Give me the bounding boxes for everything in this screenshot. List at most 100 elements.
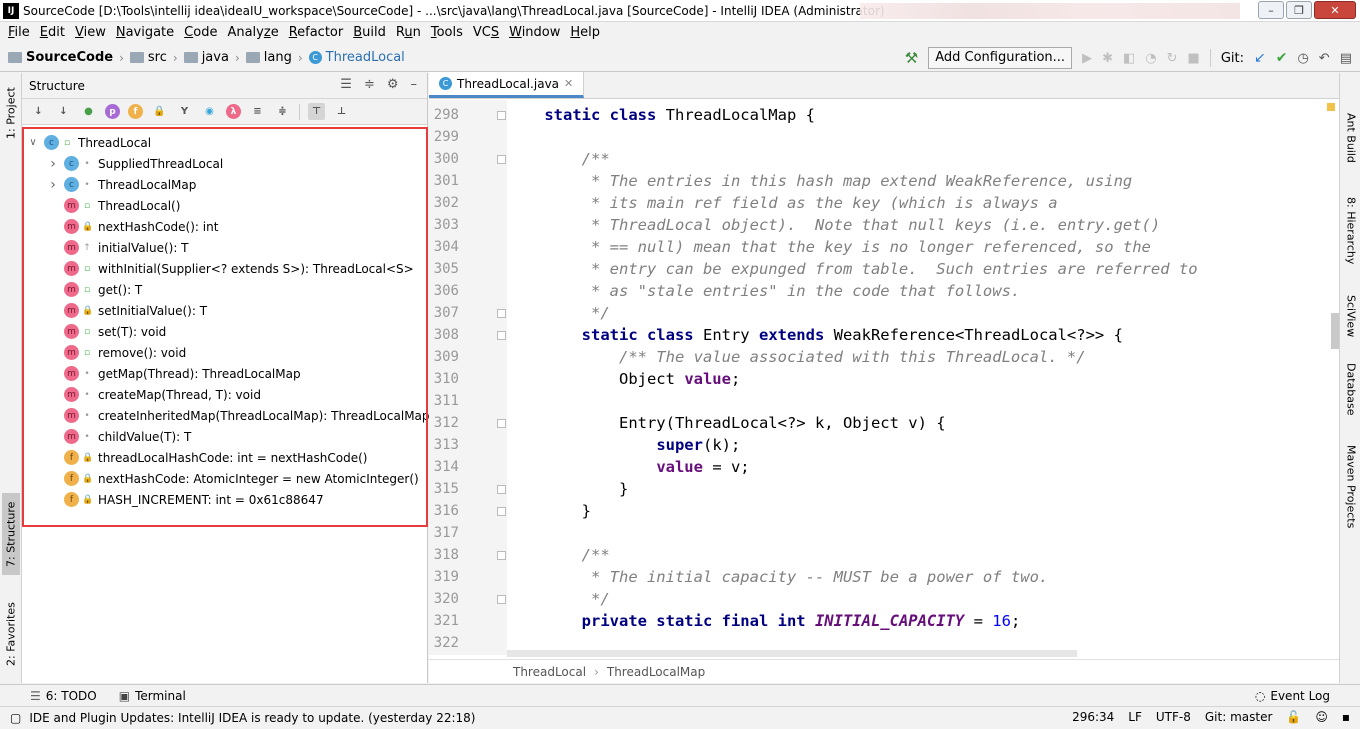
structure-tree-item[interactable]: m ↑ initialValue(): T <box>48 237 189 258</box>
menu-code[interactable]: Code <box>179 25 222 40</box>
structure-tree-item[interactable]: m • childValue(T): T <box>48 426 191 447</box>
run-icon[interactable]: ▶ <box>1082 51 1092 66</box>
git-history-icon[interactable]: ◷ <box>1297 51 1308 66</box>
chevron-right-icon[interactable]: › <box>48 177 58 193</box>
structure-tree-item[interactable]: m ▫ ThreadLocal() <box>48 195 180 216</box>
project-structure-icon[interactable]: ▤ <box>1340 51 1352 66</box>
fold-marker-icon[interactable] <box>497 507 506 516</box>
show-properties-icon[interactable]: p <box>105 104 120 119</box>
git-update-icon[interactable]: ↙ <box>1254 50 1266 66</box>
expand-all-icon[interactable]: ≡ <box>249 103 266 120</box>
git-branch[interactable]: Git: master <box>1205 710 1273 724</box>
structure-tree-item[interactable]: f 🔒 nextHashCode: AtomicInteger = new Atom… <box>48 468 419 489</box>
structure-tree-item[interactable]: › c • ThreadLocalMap <box>48 174 196 195</box>
tab-database[interactable]: Database <box>1342 353 1360 425</box>
vertical-scrollbar[interactable] <box>1331 313 1339 349</box>
lambda-icon[interactable]: λ <box>226 104 241 119</box>
minimize-button[interactable]: – <box>1258 1 1284 19</box>
breadcrumb-item[interactable]: lang <box>245 50 292 65</box>
structure-tree-item[interactable]: f 🔒 threadLocalHashCode: int = nextHashCod… <box>48 447 367 468</box>
horizontal-scrollbar[interactable] <box>507 650 1077 657</box>
menu-analyze[interactable]: Analyze <box>222 25 283 40</box>
stop-icon[interactable]: ■ <box>1188 51 1200 66</box>
autoscroll-from-source-icon[interactable]: ⊥ <box>333 103 350 120</box>
fold-marker-icon[interactable] <box>497 309 506 318</box>
structure-tree-item[interactable]: f 🔒 HASH_INCREMENT: int = 0x61c88647 <box>48 489 324 510</box>
file-encoding[interactable]: UTF-8 <box>1156 710 1191 724</box>
chevron-down-icon[interactable]: ∨ <box>28 137 38 148</box>
structure-tree-item[interactable]: ∨ c ▫ ThreadLocal <box>28 132 151 153</box>
sort-visibility-icon[interactable]: ↓ <box>30 103 47 120</box>
inspector-icon[interactable]: ☺ <box>1315 710 1328 724</box>
autoscroll-to-source-icon[interactable]: ⊤ <box>308 103 325 120</box>
sort-alpha-icon[interactable]: ↓ <box>55 103 72 120</box>
tab-project[interactable]: 1: Project <box>2 77 20 149</box>
tab-structure[interactable]: 7: Structure <box>2 493 20 575</box>
show-inherited-icon[interactable]: ● <box>80 103 97 120</box>
breadcrumb-item[interactable]: src <box>129 50 167 65</box>
status-toggle-icon[interactable]: ▢ <box>10 711 21 725</box>
structure-tree-item[interactable]: m 🔒 setInitialValue(): T <box>48 300 207 321</box>
chevron-right-icon[interactable]: › <box>48 156 58 172</box>
show-anonymous-icon[interactable]: ◉ <box>201 103 218 120</box>
fold-marker-icon[interactable] <box>497 419 506 428</box>
structure-tree-item[interactable]: m • createMap(Thread, T): void <box>48 384 261 405</box>
fold-marker-icon[interactable] <box>497 551 506 560</box>
show-fields-icon[interactable]: f <box>128 104 143 119</box>
todo-tool-button[interactable]: ☰ 6: TODO <box>30 689 97 703</box>
close-button[interactable]: ✕ <box>1314 1 1356 19</box>
fold-marker-icon[interactable] <box>497 155 506 164</box>
structure-tree-item[interactable]: m ▫ get(): T <box>48 279 142 300</box>
menu-file[interactable]: File <box>3 25 35 40</box>
menu-window[interactable]: Window <box>504 25 565 40</box>
lock-icon[interactable]: 🔓 <box>1286 710 1301 724</box>
menu-view[interactable]: View <box>70 25 111 40</box>
add-configuration-button[interactable]: Add Configuration... <box>928 47 1073 69</box>
menu-vcs[interactable]: VCS <box>468 25 504 40</box>
warning-marker[interactable] <box>1327 103 1335 111</box>
structure-tree-item[interactable]: › c • SuppliedThreadLocal <box>48 153 223 174</box>
notifications-icon[interactable]: ▪ <box>1342 710 1350 724</box>
show-non-public-icon[interactable]: 🔒 <box>151 103 168 120</box>
tab-maven-projects[interactable]: Maven Projects <box>1342 435 1360 539</box>
terminal-tool-button[interactable]: ▣ Terminal <box>119 689 186 703</box>
debug-icon[interactable]: ✱ <box>1102 51 1113 66</box>
tab-ant-build[interactable]: Ant Build <box>1342 99 1360 177</box>
code-area[interactable]: static class ThreadLocalMap { /** * The … <box>507 100 1327 655</box>
breadcrumb-item[interactable]: SourceCode <box>8 50 113 65</box>
status-message[interactable]: IDE and Plugin Updates: IntelliJ IDEA is… <box>29 711 475 725</box>
menu-refactor[interactable]: Refactor <box>284 25 349 40</box>
menu-edit[interactable]: Edit <box>35 25 70 40</box>
breadcrumb-item[interactable]: C ThreadLocal <box>308 50 405 65</box>
menu-tools[interactable]: Tools <box>426 25 468 40</box>
fold-marker-icon[interactable] <box>497 595 506 604</box>
profile-icon[interactable]: ◔ <box>1145 51 1156 66</box>
fold-marker-icon[interactable] <box>497 111 506 120</box>
gear-icon[interactable]: ⚙ <box>387 77 399 92</box>
tab-favorites[interactable]: 2: Favorites <box>2 591 20 677</box>
tab-hierarchy[interactable]: 8: Hierarchy <box>1342 183 1360 279</box>
maximize-button[interactable]: ❐ <box>1286 1 1312 19</box>
structure-tree-item[interactable]: m ▫ set(T): void <box>48 321 166 342</box>
menu-run[interactable]: Run <box>391 25 426 40</box>
structure-tree-item[interactable]: m • createInheritedMap(ThreadLocalMap): Th… <box>48 405 430 426</box>
coverage-icon[interactable]: ◧ <box>1123 51 1135 66</box>
editor-tab[interactable]: C ThreadLocal.java ✕ <box>429 72 585 98</box>
close-tab-icon[interactable]: ✕ <box>564 77 573 90</box>
show-lambdas-icon[interactable]: Y <box>176 103 193 120</box>
hide-panel-icon[interactable]: – <box>411 77 418 92</box>
structure-tree-item[interactable]: m • getMap(Thread): ThreadLocalMap <box>48 363 301 384</box>
git-commit-icon[interactable]: ✔ <box>1276 50 1288 66</box>
breadcrumb-item[interactable]: java <box>183 50 229 65</box>
menu-help[interactable]: Help <box>565 25 605 40</box>
fold-marker-icon[interactable] <box>497 485 506 494</box>
tab-sciview[interactable]: SciView <box>1342 285 1360 347</box>
fold-marker-icon[interactable] <box>497 331 506 340</box>
event-log-button[interactable]: ◌ Event Log <box>1255 689 1330 703</box>
code-breadcrumb-inner-class[interactable]: ThreadLocalMap <box>607 665 705 679</box>
collapse-all-header-icon[interactable]: ≑ <box>364 77 375 92</box>
collapse-all-icon[interactable]: ≑ <box>274 103 291 120</box>
structure-tree-item[interactable]: m ▫ remove(): void <box>48 342 186 363</box>
menu-navigate[interactable]: Navigate <box>111 25 179 40</box>
structure-tree-item[interactable]: m 🔒 nextHashCode(): int <box>48 216 218 237</box>
